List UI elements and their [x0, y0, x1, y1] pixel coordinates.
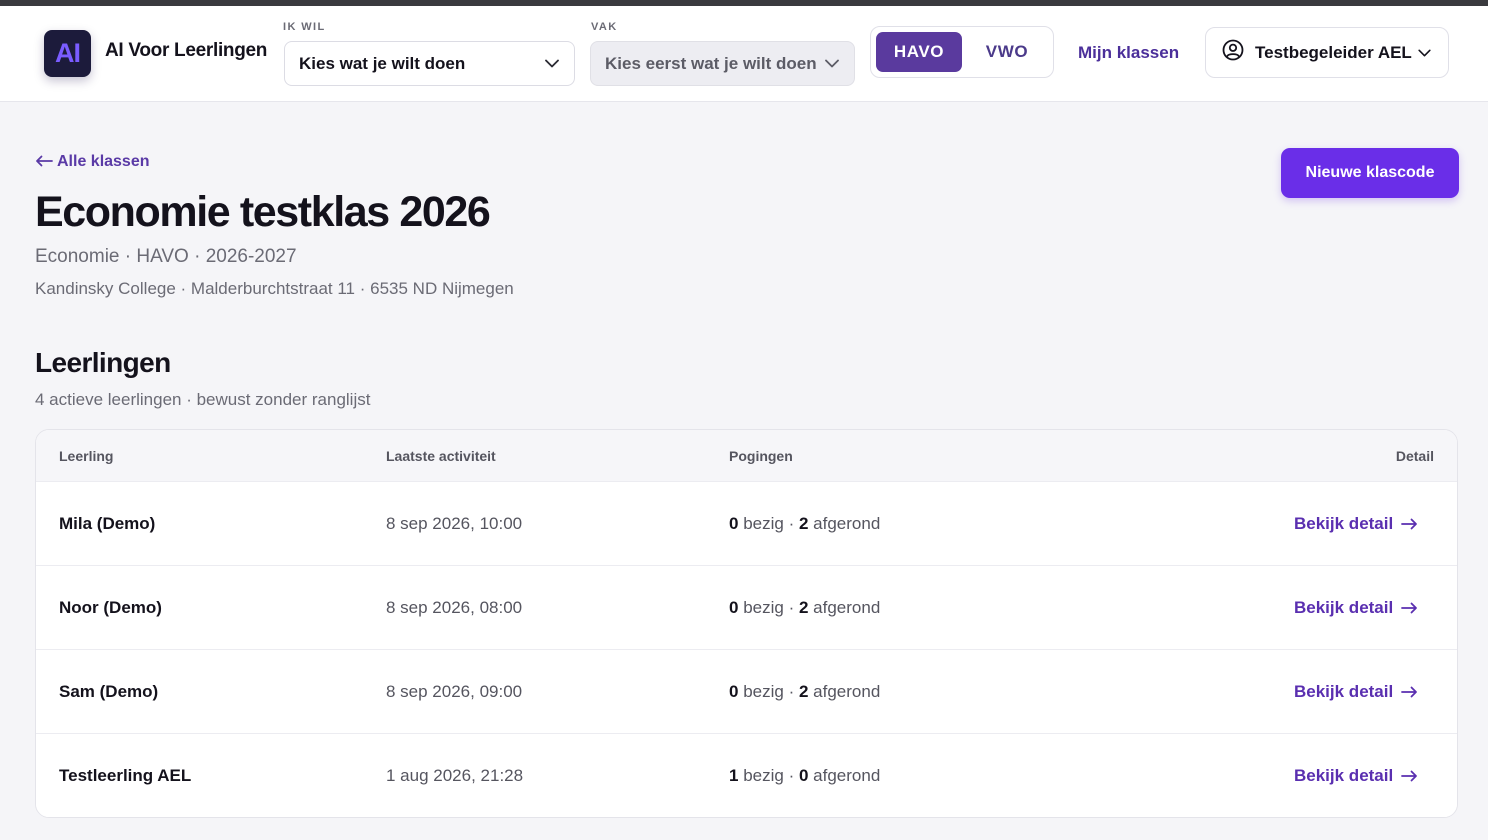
- completed-label: afgerond: [813, 766, 881, 785]
- view-detail-label: Bekijk detail: [1294, 682, 1394, 701]
- student-name: Sam (Demo): [59, 682, 159, 701]
- table-header: Leerling Laatste activiteit Pogingen Det…: [36, 430, 1457, 481]
- class-meta: Economie · HAVO · 2026-2027: [35, 246, 297, 267]
- user-menu-button[interactable]: Testbegeleider AEL: [1205, 27, 1449, 78]
- brand-name[interactable]: AI Voor Leerlingen: [105, 40, 267, 62]
- user-name: Testbegeleider AEL: [1255, 42, 1412, 62]
- last-activity: 8 sep 2026, 08:00: [386, 598, 523, 617]
- vak-select[interactable]: Kies eerst wat je wilt doen: [590, 41, 855, 86]
- vak-label: VAK: [591, 21, 618, 33]
- chevron-down-icon: [824, 56, 840, 72]
- table-row: Testleerling AEL 1 aug 2026, 21:28 1 bez…: [36, 733, 1457, 817]
- completed-count: 2: [798, 682, 809, 701]
- view-detail-link[interactable]: Bekijk detail: [1294, 514, 1418, 534]
- view-detail-label: Bekijk detail: [1294, 514, 1394, 533]
- attempts: 0 bezig · 2 afgerond: [729, 682, 881, 701]
- ik-wil-value: Kies wat je wilt doen: [299, 53, 466, 73]
- in-progress-count: 0: [729, 514, 739, 533]
- in-progress-count: 0: [729, 598, 739, 617]
- completed-label: afgerond: [813, 682, 881, 701]
- new-class-code-button[interactable]: Nieuwe klascode: [1281, 148, 1459, 198]
- level-havo-button[interactable]: HAVO: [876, 32, 962, 72]
- completed-count: 2: [798, 598, 809, 617]
- attempts: 1 bezig · 0 afgerond: [729, 766, 881, 785]
- table-row: Mila (Demo) 8 sep 2026, 10:00 0 bezig · …: [36, 481, 1457, 565]
- vak-value: Kies eerst wat je wilt doen: [605, 53, 817, 73]
- mijn-klassen-link[interactable]: Mijn klassen: [1078, 43, 1179, 63]
- chevron-down-icon: [544, 56, 560, 72]
- completed-count: 0: [798, 766, 809, 785]
- view-detail-label: Bekijk detail: [1294, 598, 1394, 617]
- arrow-right-icon: [1401, 602, 1418, 614]
- user-circle-icon: [1222, 39, 1244, 66]
- level-vwo-button[interactable]: VWO: [966, 32, 1048, 72]
- students-section-subtitle: 4 actieve leerlingen · bewust zonder ran…: [35, 390, 371, 409]
- app-logo[interactable]: AI: [44, 30, 91, 77]
- top-header: AI AI Voor Leerlingen IK WIL Kies wat je…: [0, 6, 1488, 102]
- view-detail-label: Bekijk detail: [1294, 766, 1394, 785]
- chevron-down-icon: [1416, 45, 1432, 61]
- student-name: Noor (Demo): [59, 598, 162, 617]
- in-progress-label: bezig: [743, 682, 784, 701]
- column-header-name: Leerling: [59, 448, 114, 464]
- level-toggle: HAVO VWO: [870, 26, 1054, 78]
- in-progress-count: 0: [729, 682, 739, 701]
- last-activity: 8 sep 2026, 10:00: [386, 514, 523, 533]
- in-progress-label: bezig: [743, 598, 784, 617]
- arrow-right-icon: [1401, 770, 1418, 782]
- table-row: Sam (Demo) 8 sep 2026, 09:00 0 bezig · 2…: [36, 649, 1457, 733]
- arrow-left-icon: [35, 152, 53, 172]
- students-section-title: Leerlingen: [35, 347, 171, 378]
- back-link-label: Alle klassen: [57, 153, 150, 170]
- completed-label: afgerond: [813, 514, 881, 533]
- table-row: Noor (Demo) 8 sep 2026, 08:00 0 bezig · …: [36, 565, 1457, 649]
- in-progress-count: 1: [729, 766, 739, 785]
- view-detail-link[interactable]: Bekijk detail: [1294, 766, 1418, 786]
- in-progress-label: bezig: [743, 514, 784, 533]
- logo-text: AI: [55, 38, 81, 68]
- student-name: Testleerling AEL: [59, 766, 192, 785]
- in-progress-label: bezig: [743, 766, 784, 785]
- column-header-detail: Detail: [1395, 448, 1434, 464]
- attempts: 0 bezig · 2 afgerond: [729, 598, 881, 617]
- attempts: 0 bezig · 2 afgerond: [729, 514, 881, 533]
- school-address: Kandinsky College · Malderburchtstraat 1…: [35, 279, 514, 298]
- arrow-right-icon: [1401, 518, 1418, 530]
- students-table: Leerling Laatste activiteit Pogingen Det…: [35, 429, 1458, 818]
- last-activity: 8 sep 2026, 09:00: [386, 682, 523, 701]
- ik-wil-label: IK WIL: [283, 21, 326, 33]
- back-to-classes-link[interactable]: Alle klassen: [35, 152, 150, 172]
- ik-wil-select[interactable]: Kies wat je wilt doen: [284, 41, 575, 86]
- page-title: Economie testklas 2026: [35, 188, 491, 236]
- column-header-last-activity: Laatste activiteit: [386, 448, 496, 464]
- column-header-attempts: Pogingen: [729, 448, 793, 464]
- completed-label: afgerond: [813, 598, 881, 617]
- view-detail-link[interactable]: Bekijk detail: [1294, 598, 1418, 618]
- view-detail-link[interactable]: Bekijk detail: [1294, 682, 1418, 702]
- last-activity: 1 aug 2026, 21:28: [386, 766, 524, 785]
- completed-count: 2: [798, 514, 809, 533]
- student-name: Mila (Demo): [59, 514, 156, 533]
- arrow-right-icon: [1401, 686, 1418, 698]
